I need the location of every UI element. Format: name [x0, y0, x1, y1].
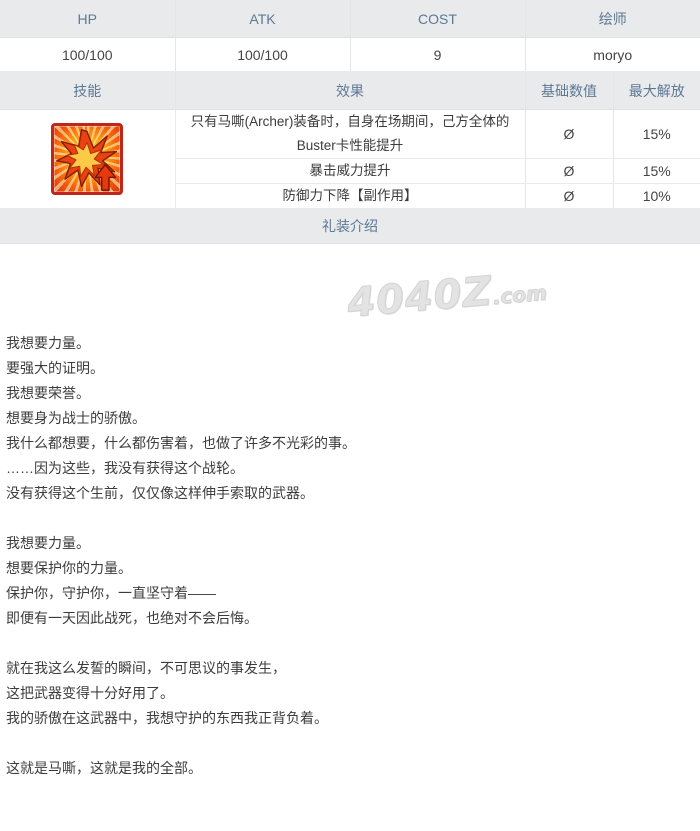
skill-max-2: 15%	[612, 158, 700, 184]
skill-effect-1: 只有马嘶(Archer)装备时，自身在场期间，己方全体的Buster卡性能提升	[175, 109, 526, 159]
watermark-domain: .com	[491, 280, 548, 310]
stats-value-cost: 9	[349, 37, 526, 72]
skill-effect-2: 暴击威力提升	[175, 158, 526, 184]
stats-value-hp: 100/100	[0, 37, 176, 72]
intro-section-title: 礼装介绍	[0, 209, 700, 244]
intro-story-text: 我想要力量。 要强大的证明。 我想要荣誉。 想要身为战士的骄傲。 我什么都想要，…	[6, 335, 356, 776]
skill-max-1: 15%	[612, 109, 700, 159]
skill-base-2: Ø	[524, 158, 614, 184]
stats-header-illustrator: 绘师	[524, 0, 700, 38]
icon-burst-shape	[56, 128, 118, 191]
skill-base-1: Ø	[524, 109, 614, 159]
stats-table: HP ATK COST 绘师 100/100 100/100 9 moryo	[0, 0, 700, 72]
stats-header-row: HP ATK COST 绘师	[0, 0, 700, 38]
watermark-z: Z	[460, 268, 495, 317]
skill-header-row: 技能 效果 基础数值 最大解放	[0, 72, 700, 110]
stats-value-illustrator: moryo	[524, 37, 700, 72]
stats-header-cost: COST	[349, 0, 526, 38]
intro-section-body: 4040Z.com 我想要力量。 要强大的证明。 我想要荣誉。 想要身为战士的骄…	[0, 244, 700, 831]
stats-value-row: 100/100 100/100 9 moryo	[0, 37, 700, 72]
skill-max-3: 10%	[612, 183, 700, 209]
watermark-main: 4040	[345, 270, 465, 327]
skill-row-1: 只有马嘶(Archer)装备时，自身在场期间，己方全体的Buster卡性能提升 …	[0, 109, 700, 209]
buster-up-burst-icon	[51, 123, 124, 195]
skill-effect-3: 防御力下降【副作用】	[175, 183, 526, 209]
stats-value-atk: 100/100	[174, 37, 351, 72]
skill-icon-cell	[0, 109, 176, 209]
skill-header-max-release: 最大解放	[612, 72, 700, 110]
skill-table: 技能 效果 基础数值 最大解放 只有马嘶(Archer)装备时，自身在场期间，己…	[0, 72, 700, 209]
skill-base-3: Ø	[524, 183, 614, 209]
craft-essence-detail-page: HP ATK COST 绘师 100/100 100/100 9 moryo 技…	[0, 0, 700, 831]
stats-header-hp: HP	[0, 0, 176, 38]
skill-header-skill: 技能	[0, 72, 176, 110]
skill-header-effect: 效果	[174, 72, 526, 110]
stats-header-atk: ATK	[174, 0, 351, 38]
skill-header-base-value: 基础数值	[524, 72, 614, 110]
